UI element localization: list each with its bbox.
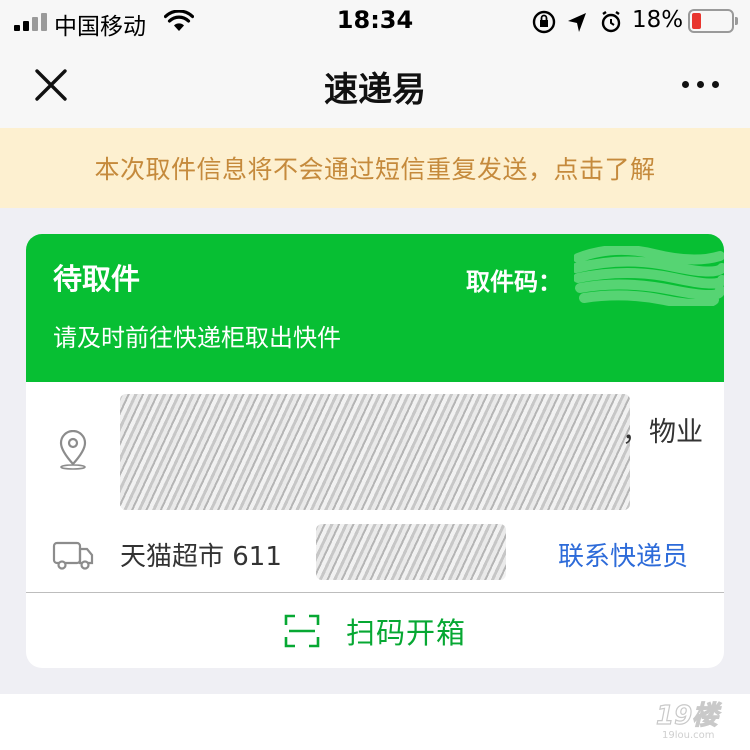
alarm-clock-icon bbox=[601, 11, 621, 33]
battery-percent: 18% bbox=[632, 7, 684, 33]
page-title-wrap: 速递易 bbox=[0, 62, 750, 111]
more-dots-icon bbox=[711, 80, 719, 88]
status-icons bbox=[532, 10, 621, 34]
location-arrow-icon bbox=[568, 13, 586, 32]
notice-text: 本次取件信息将不会通过短信重复发送，点击了解 bbox=[94, 155, 656, 184]
pickup-instruction: 请及时前往快递柜取出快件 bbox=[53, 324, 341, 352]
parcel-card: 待取件 取件码： 请及时前往快递柜取出快件 ，物业 天猫超市 611 联系快递员… bbox=[26, 234, 724, 668]
courier-info: 天猫超市 611 bbox=[120, 542, 282, 572]
card-header: 待取件 取件码： 请及时前往快递柜取出快件 bbox=[26, 234, 724, 382]
scan-icon bbox=[284, 614, 320, 647]
battery-level bbox=[692, 13, 701, 29]
svg-text:19lou.com: 19lou.com bbox=[662, 730, 715, 741]
courier-phone-redacted bbox=[316, 524, 506, 580]
more-dots-icon bbox=[696, 80, 704, 88]
status-bar: 中国移动 18:34 18% bbox=[0, 0, 750, 44]
pickup-code-label: 取件码： bbox=[466, 268, 562, 296]
more-dots-icon bbox=[681, 80, 689, 88]
close-icon bbox=[35, 69, 67, 101]
nav-bar: 速递易 bbox=[0, 44, 750, 128]
page-title: 速递易 bbox=[324, 70, 426, 110]
19lou-watermark-logo: 19楼 19lou.com bbox=[655, 700, 722, 741]
orientation-lock-icon bbox=[532, 10, 556, 34]
scan-open-button[interactable]: 扫码开箱 bbox=[26, 593, 724, 668]
contact-courier-link[interactable]: 联系快递员 bbox=[558, 536, 688, 573]
location-pin-icon bbox=[59, 430, 87, 470]
svg-text:19楼: 19楼 bbox=[656, 701, 722, 731]
more-button[interactable] bbox=[668, 62, 732, 106]
pickup-code-scribble bbox=[574, 246, 724, 306]
sms-notice-banner[interactable]: 本次取件信息将不会通过短信重复发送，点击了解 bbox=[0, 128, 750, 208]
pickup-status-title: 待取件 bbox=[53, 262, 141, 296]
scan-open-label: 扫码开箱 bbox=[345, 615, 466, 650]
battery-icon bbox=[688, 9, 738, 33]
address-suffix: ，物业 bbox=[622, 417, 703, 448]
close-button[interactable] bbox=[22, 56, 80, 114]
address-redacted bbox=[120, 394, 630, 510]
delivery-truck-icon bbox=[52, 541, 94, 570]
